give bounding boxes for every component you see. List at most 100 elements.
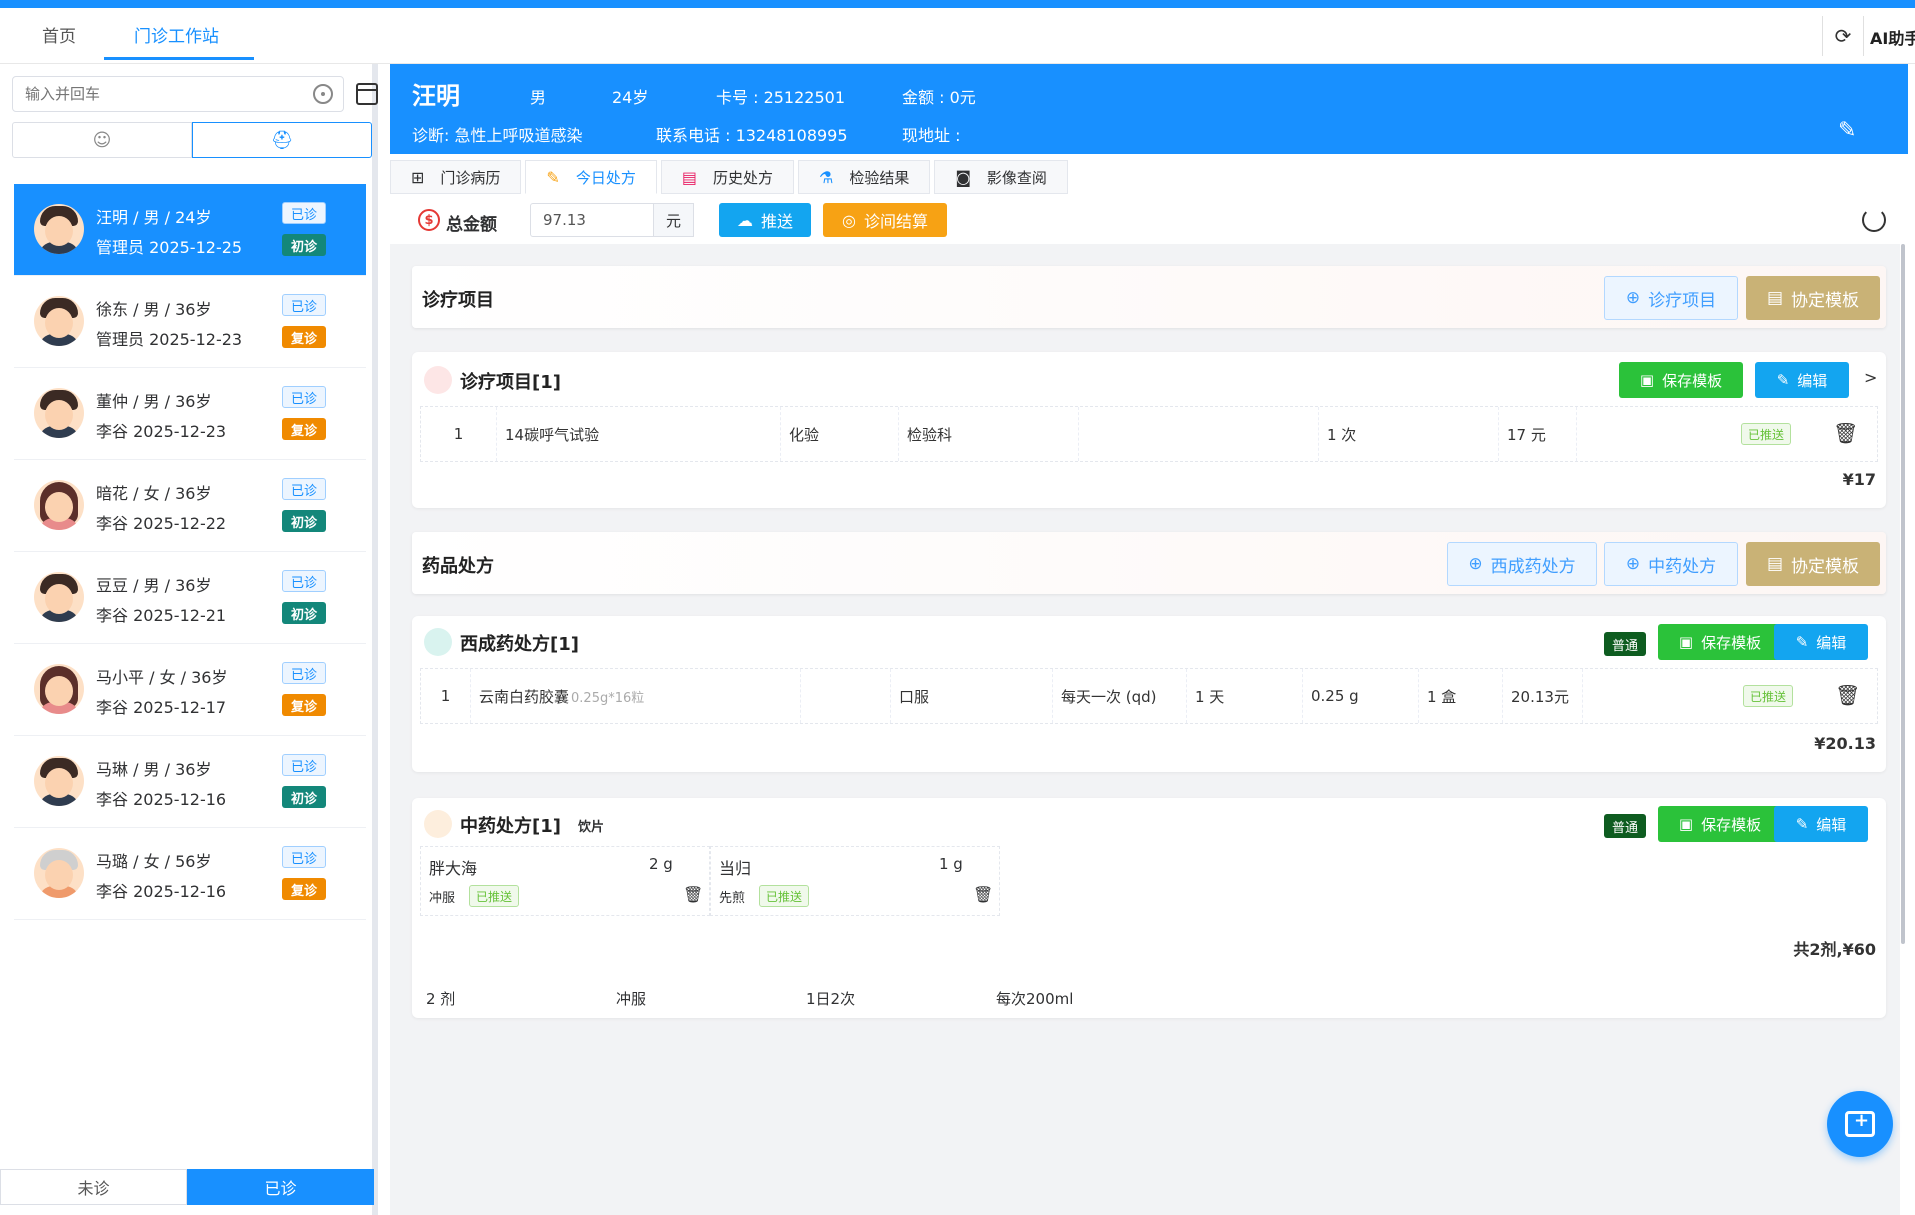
- patient-name: 豆豆 / 男 / 36岁: [96, 576, 212, 595]
- settle-button[interactable]: ◎ 诊间结算: [823, 203, 947, 237]
- herbal-amount: 每次200ml: [996, 990, 1074, 1008]
- mortar-icon: [424, 810, 452, 838]
- expand-chevron-icon[interactable]: >: [1864, 368, 1877, 387]
- push-button[interactable]: ☁ 推送: [719, 203, 811, 237]
- prescription-content: 诊疗项目 ⊕ 诊疗项目 ▤ 协定模板 诊疗项目[1] ▣ 保存模板 ✎ 编辑 > 1 1…: [390, 244, 1900, 1215]
- template-button[interactable]: ▤ 协定模板: [1746, 542, 1880, 586]
- edit-button[interactable]: ✎ 编辑: [1774, 624, 1868, 660]
- drug-days: 1 天: [1187, 669, 1303, 723]
- top-accent-bar: [0, 0, 1915, 8]
- visit-status-tabs: 未诊 已诊: [0, 1169, 374, 1205]
- card-title: 西成药处方[1]: [460, 634, 579, 655]
- visit-type-badge: 初诊: [282, 234, 326, 256]
- patient-card[interactable]: 暗花 / 女 / 36岁 李谷 2025-12-22 已诊 初诊: [14, 460, 366, 552]
- edit-icon[interactable]: ✎: [1838, 118, 1856, 143]
- visit-type-badge: 初诊: [282, 510, 326, 532]
- button-label: 编辑: [1816, 815, 1847, 834]
- search-input[interactable]: [13, 77, 293, 111]
- button-label: 协定模板: [1791, 290, 1860, 311]
- total-label: 总金额: [446, 215, 497, 235]
- add-herbal-rx-button[interactable]: ⊕ 中药处方: [1604, 542, 1738, 586]
- treatment-subtotal: ¥17: [1842, 470, 1876, 489]
- status-badge: 已诊: [282, 846, 326, 868]
- status-badge: 已诊: [282, 478, 326, 500]
- drug-name: 云南白药胶囊: [479, 687, 570, 706]
- save-template-button[interactable]: ▣ 保存模板: [1658, 624, 1782, 660]
- content-scrollbar[interactable]: [1901, 244, 1905, 944]
- total-amount-input[interactable]: [530, 203, 654, 237]
- patient-card[interactable]: 马璐 / 女 / 56岁 李谷 2025-12-16 已诊 复诊: [14, 828, 366, 920]
- template-icon: ▤: [1766, 554, 1784, 574]
- add-treatment-button[interactable]: ⊕ 诊疗项目: [1604, 276, 1738, 320]
- table-row: 1 14碳呼气试验 化验 检验科 1 次 17 元 已推送 🗑: [420, 406, 1878, 462]
- item-name: 14碳呼气试验: [497, 407, 781, 461]
- trash-icon[interactable]: 🗑: [1833, 421, 1858, 445]
- button-label: 保存模板: [1701, 815, 1762, 834]
- card-title: 中药处方[1]: [460, 816, 561, 837]
- tab-label: 今日处方: [575, 168, 636, 187]
- patient-phone: 联系电话 : 13248108995: [656, 126, 848, 145]
- prescription-fab-button[interactable]: [1827, 1091, 1893, 1157]
- save-icon: ▣: [1678, 815, 1694, 833]
- nav-tab-home[interactable]: 首页: [42, 22, 76, 47]
- pill-icon: [424, 628, 452, 656]
- pushed-tag: 已推送: [1741, 423, 1792, 445]
- tab-today-prescription[interactable]: ✎ 今日处方: [525, 160, 657, 194]
- scan-icon[interactable]: [313, 84, 333, 104]
- save-icon: ▣: [1678, 633, 1694, 651]
- calendar-icon[interactable]: [356, 83, 378, 105]
- tab-completed[interactable]: 已诊: [187, 1169, 374, 1205]
- patient-card[interactable]: 豆豆 / 男 / 36岁 李谷 2025-12-21 已诊 初诊: [14, 552, 366, 644]
- herb-qty: 1 g: [939, 855, 963, 873]
- tab-imaging[interactable]: ◙ 影像查阅: [934, 160, 1068, 194]
- row-number: 1: [421, 407, 497, 461]
- button-label: 保存模板: [1701, 633, 1762, 652]
- tab-medical-record[interactable]: ⊞ 门诊病历: [390, 160, 522, 194]
- drug-dose: 0.25 g: [1303, 669, 1419, 723]
- patient-name: 董仲 / 男 / 36岁: [96, 392, 212, 411]
- save-icon: ▣: [1639, 371, 1655, 389]
- trash-icon[interactable]: 🗑: [973, 885, 993, 904]
- plus-circle-icon: ⊕: [1625, 554, 1641, 574]
- add-western-rx-button[interactable]: ⊕ 西成药处方: [1447, 542, 1597, 586]
- flask-icon: ⚗: [818, 167, 834, 187]
- avatar: [34, 204, 84, 254]
- trash-icon[interactable]: 🗑: [1835, 683, 1860, 707]
- button-label: 保存模板: [1662, 371, 1723, 390]
- patient-meta: 管理员 2025-12-23: [96, 330, 243, 349]
- doctor-icon: ⛑: [270, 129, 294, 151]
- tab-pending[interactable]: 未诊: [0, 1169, 187, 1205]
- patient-card[interactable]: 汪明 / 男 / 24岁 管理员 2025-12-25 已诊 初诊: [14, 184, 366, 276]
- avatar: [34, 848, 84, 898]
- patient-card[interactable]: 马琳 / 男 / 36岁 李谷 2025-12-16 已诊 初诊: [14, 736, 366, 828]
- patient-gender: 男: [530, 88, 547, 107]
- patient-card[interactable]: 徐东 / 男 / 36岁 管理员 2025-12-23 已诊 复诊: [14, 276, 366, 368]
- tab-lab-results[interactable]: ⚗ 检验结果: [797, 160, 931, 194]
- drug-route: 口服: [891, 669, 1053, 723]
- tab-history-prescription[interactable]: ▤ 历史处方: [660, 160, 794, 194]
- patient-card[interactable]: 马小平 / 女 / 36岁 李谷 2025-12-17 已诊 复诊: [14, 644, 366, 736]
- save-template-button[interactable]: ▣ 保存模板: [1619, 362, 1743, 398]
- card-title: 诊疗项目[1]: [460, 372, 561, 393]
- patient-card[interactable]: 董仲 / 男 / 36岁 李谷 2025-12-23 已诊 复诊: [14, 368, 366, 460]
- patient-diagnosis: 诊断: 急性上呼吸道感染: [412, 126, 583, 145]
- nav-tab-outpatient[interactable]: 门诊工作站: [134, 22, 219, 47]
- herb-method: 冲服: [429, 891, 456, 906]
- item-category: 化验: [781, 407, 899, 461]
- trash-icon[interactable]: 🗑: [683, 885, 703, 904]
- edit-button[interactable]: ✎ 编辑: [1774, 806, 1868, 842]
- avatar: [34, 296, 84, 346]
- person-mode-button[interactable]: ☺: [12, 122, 192, 158]
- ai-assistant-button[interactable]: AI助手: [1870, 25, 1915, 49]
- patient-meta: 李谷 2025-12-22: [96, 514, 227, 533]
- edit-button[interactable]: ✎ 编辑: [1755, 362, 1849, 398]
- pushed-tag: 已推送: [1743, 685, 1794, 707]
- save-template-button[interactable]: ▣ 保存模板: [1658, 806, 1782, 842]
- doctor-mode-button[interactable]: ⛑: [192, 122, 372, 158]
- refresh-button[interactable]: ⟳: [1822, 16, 1864, 56]
- reload-icon[interactable]: [1862, 208, 1886, 232]
- template-button[interactable]: ▤ 协定模板: [1746, 276, 1880, 320]
- treatment-icon: [424, 366, 452, 394]
- view-mode-toggle: ☺ ⛑: [12, 122, 372, 158]
- drug-frequency: 每天一次 (qd): [1053, 669, 1187, 723]
